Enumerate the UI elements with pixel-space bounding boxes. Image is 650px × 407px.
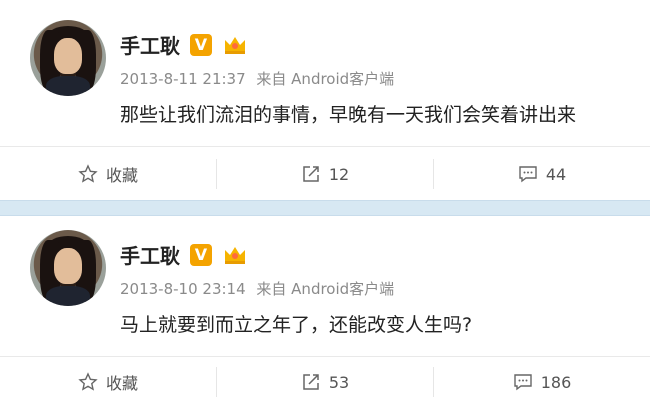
post-meta: 2013-8-11 21:37 来自 Android客户端 (120, 68, 394, 89)
member-crown-icon (225, 36, 245, 54)
repost-icon (303, 166, 319, 182)
favorite-label: 收藏 (105, 374, 138, 393)
comment-icon (514, 374, 532, 391)
user-header: 手工耿 V (120, 30, 248, 59)
post-content: 马上就要到而立之年了，还能改变人生吗? (120, 314, 473, 336)
action-bar: 收藏 12 44 (0, 146, 650, 201)
verified-badge-icon: V (190, 33, 212, 56)
comment-button[interactable]: 186 (434, 372, 650, 392)
verified-badge-icon: V (190, 243, 212, 266)
avatar[interactable] (30, 20, 106, 96)
repost-count: 12 (328, 164, 350, 184)
comment-count: 186 (540, 372, 572, 392)
username[interactable]: 手工耿 (120, 240, 180, 269)
post-date: 2013-8-10 23:14 (120, 280, 246, 298)
post-source: 来自 Android客户端 (256, 280, 395, 298)
repost-button[interactable]: 12 (217, 164, 433, 184)
post-1: 手工耿 V 2013-8-11 21:37 来自 Android客户端 那些让我… (0, 0, 650, 200)
user-header: 手工耿 V (120, 240, 248, 269)
post-source: 来自 Android客户端 (256, 70, 395, 88)
comment-button[interactable]: 44 (434, 164, 650, 184)
action-bar: 收藏 53 186 (0, 356, 650, 407)
post-2: 手工耿 V 2013-8-10 23:14 来自 Android客户端 马上就要… (0, 216, 650, 406)
post-separator (0, 200, 650, 216)
post-meta: 2013-8-10 23:14 来自 Android客户端 (120, 278, 394, 299)
star-icon (78, 164, 98, 183)
star-icon (78, 372, 98, 391)
avatar[interactable] (30, 230, 106, 306)
favorite-button[interactable]: 收藏 (0, 162, 216, 186)
member-crown-icon (225, 246, 245, 264)
comment-count: 44 (545, 164, 567, 184)
repost-button[interactable]: 53 (217, 372, 433, 392)
repost-icon (303, 374, 319, 390)
comment-icon (519, 166, 537, 183)
post-date: 2013-8-11 21:37 (120, 70, 246, 88)
repost-count: 53 (328, 372, 350, 392)
username[interactable]: 手工耿 (120, 30, 180, 59)
favorite-button[interactable]: 收藏 (0, 370, 216, 394)
favorite-label: 收藏 (105, 166, 138, 185)
post-content: 那些让我们流泪的事情，早晚有一天我们会笑着讲出来 (120, 104, 577, 126)
